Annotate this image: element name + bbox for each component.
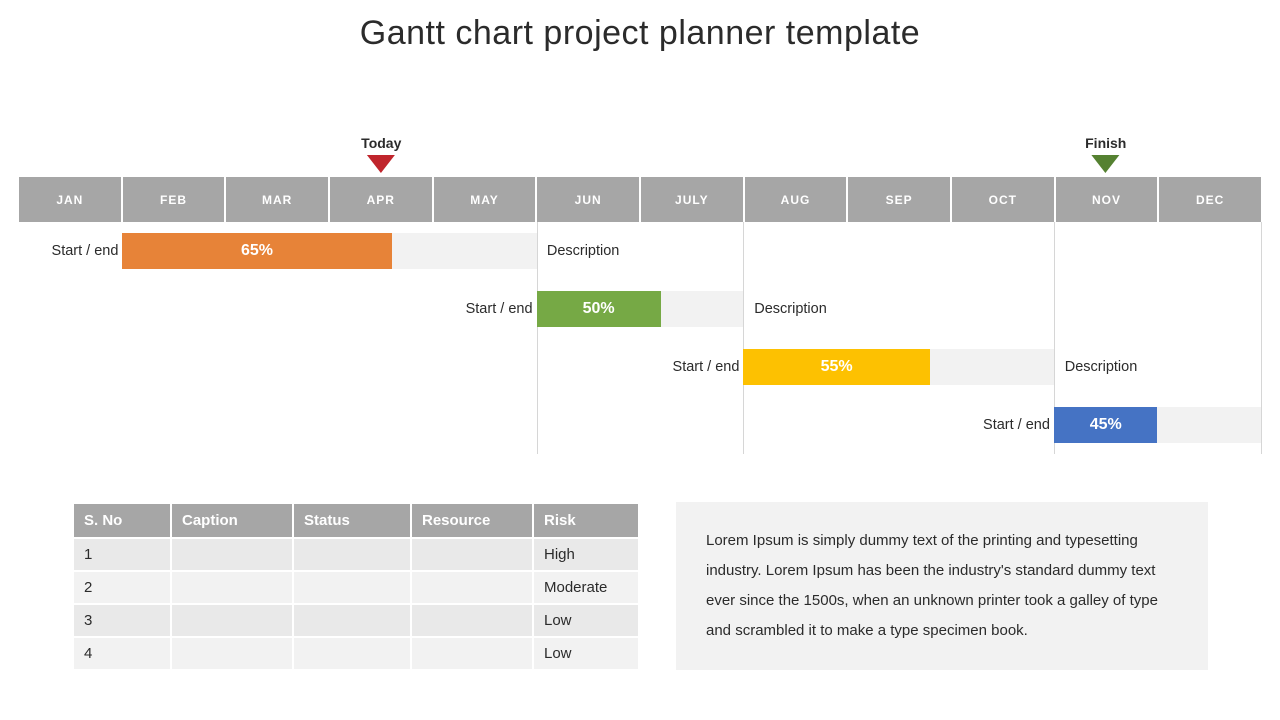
month-cell: JAN: [19, 177, 121, 222]
marker-today-label: Today: [361, 135, 401, 151]
gantt-rows: Start / end 65% Description Start / end …: [19, 222, 1261, 454]
table-body: 1 High 2 Moderate 3: [74, 539, 638, 669]
cell-no: 1: [74, 539, 170, 570]
cell-no: 2: [74, 572, 170, 603]
task-bar-pct: 55%: [821, 358, 853, 376]
cell-caption: [172, 605, 292, 636]
month-cell: NOV: [1056, 177, 1158, 222]
gridline: [1261, 222, 1262, 454]
marker-today: Today: [361, 135, 401, 173]
month-cell: FEB: [123, 177, 225, 222]
gantt-row: Start / end 45%: [19, 396, 1261, 454]
table-row: 1 High: [74, 539, 638, 570]
marker-finish-label: Finish: [1085, 135, 1126, 151]
description-label: Description: [754, 301, 827, 317]
cell-caption: [172, 572, 292, 603]
gantt-row: Start / end 50% Description: [19, 280, 1261, 338]
task-bar-track[interactable]: 45%: [1054, 407, 1261, 443]
startend-label: Start / end: [983, 417, 1050, 433]
cell-risk: High: [534, 539, 638, 570]
cell-risk: Low: [534, 638, 638, 669]
cell-status: [294, 605, 410, 636]
task-bar-track[interactable]: 50%: [537, 291, 744, 327]
cell-resource: [412, 539, 532, 570]
th-resource: Resource: [412, 504, 532, 537]
month-cell: MAY: [434, 177, 536, 222]
startend-label: Start / end: [52, 243, 119, 259]
table-row: 3 Low: [74, 605, 638, 636]
cell-resource: [412, 572, 532, 603]
gantt-row: Start / end 65% Description: [19, 222, 1261, 280]
page-root: Gantt chart project planner template Tod…: [0, 0, 1280, 720]
month-cell: JULY: [641, 177, 743, 222]
task-bar-progress: 50%: [537, 291, 661, 327]
task-bar-progress: 55%: [743, 349, 929, 385]
task-bar-track[interactable]: 65%: [122, 233, 536, 269]
cell-status: [294, 572, 410, 603]
month-cell: MAR: [226, 177, 328, 222]
th-sno: S. No: [74, 504, 170, 537]
note-box: Lorem Ipsum is simply dummy text of the …: [676, 502, 1208, 670]
task-bar-pct: 50%: [583, 300, 615, 318]
task-bar-pct: 45%: [1090, 416, 1122, 434]
cell-status: [294, 539, 410, 570]
cell-resource: [412, 638, 532, 669]
month-cell: DEC: [1159, 177, 1261, 222]
task-bar-track[interactable]: 55%: [743, 349, 1054, 385]
table-head: S. No Caption Status Resource Risk: [74, 504, 638, 537]
table-row: 2 Moderate: [74, 572, 638, 603]
task-bar-progress: 65%: [122, 233, 391, 269]
cell-resource: [412, 605, 532, 636]
task-bar-progress: 45%: [1054, 407, 1158, 443]
marker-today-icon: [367, 155, 395, 173]
month-cell: SEP: [848, 177, 950, 222]
description-label: Description: [547, 243, 620, 259]
timeline-markers: Today Finish: [19, 135, 1261, 177]
cell-caption: [172, 638, 292, 669]
th-risk: Risk: [534, 504, 638, 537]
th-status: Status: [294, 504, 410, 537]
project-table: S. No Caption Status Resource Risk 1 Hig…: [72, 502, 640, 671]
month-header-row: JAN FEB MAR APR MAY JUN JULY AUG SEP OCT…: [19, 177, 1261, 222]
page-title: Gantt chart project planner template: [0, 0, 1280, 53]
description-label: Description: [1065, 359, 1138, 375]
month-cell: APR: [330, 177, 432, 222]
cell-risk: Moderate: [534, 572, 638, 603]
cell-caption: [172, 539, 292, 570]
th-caption: Caption: [172, 504, 292, 537]
month-cell: AUG: [745, 177, 847, 222]
startend-label: Start / end: [673, 359, 740, 375]
task-bar-pct: 65%: [241, 242, 273, 260]
cell-status: [294, 638, 410, 669]
startend-label: Start / end: [466, 301, 533, 317]
cell-risk: Low: [534, 605, 638, 636]
month-cell: OCT: [952, 177, 1054, 222]
month-cell: JUN: [537, 177, 639, 222]
gantt-row: Start / end 55% Description: [19, 338, 1261, 396]
gantt-chart: Today Finish JAN FEB MAR APR MAY JUN JUL…: [19, 135, 1261, 454]
marker-finish: Finish: [1085, 135, 1126, 173]
bottom-panel: S. No Caption Status Resource Risk 1 Hig…: [72, 502, 1208, 671]
cell-no: 4: [74, 638, 170, 669]
table-row: 4 Low: [74, 638, 638, 669]
marker-finish-icon: [1092, 155, 1120, 173]
cell-no: 3: [74, 605, 170, 636]
